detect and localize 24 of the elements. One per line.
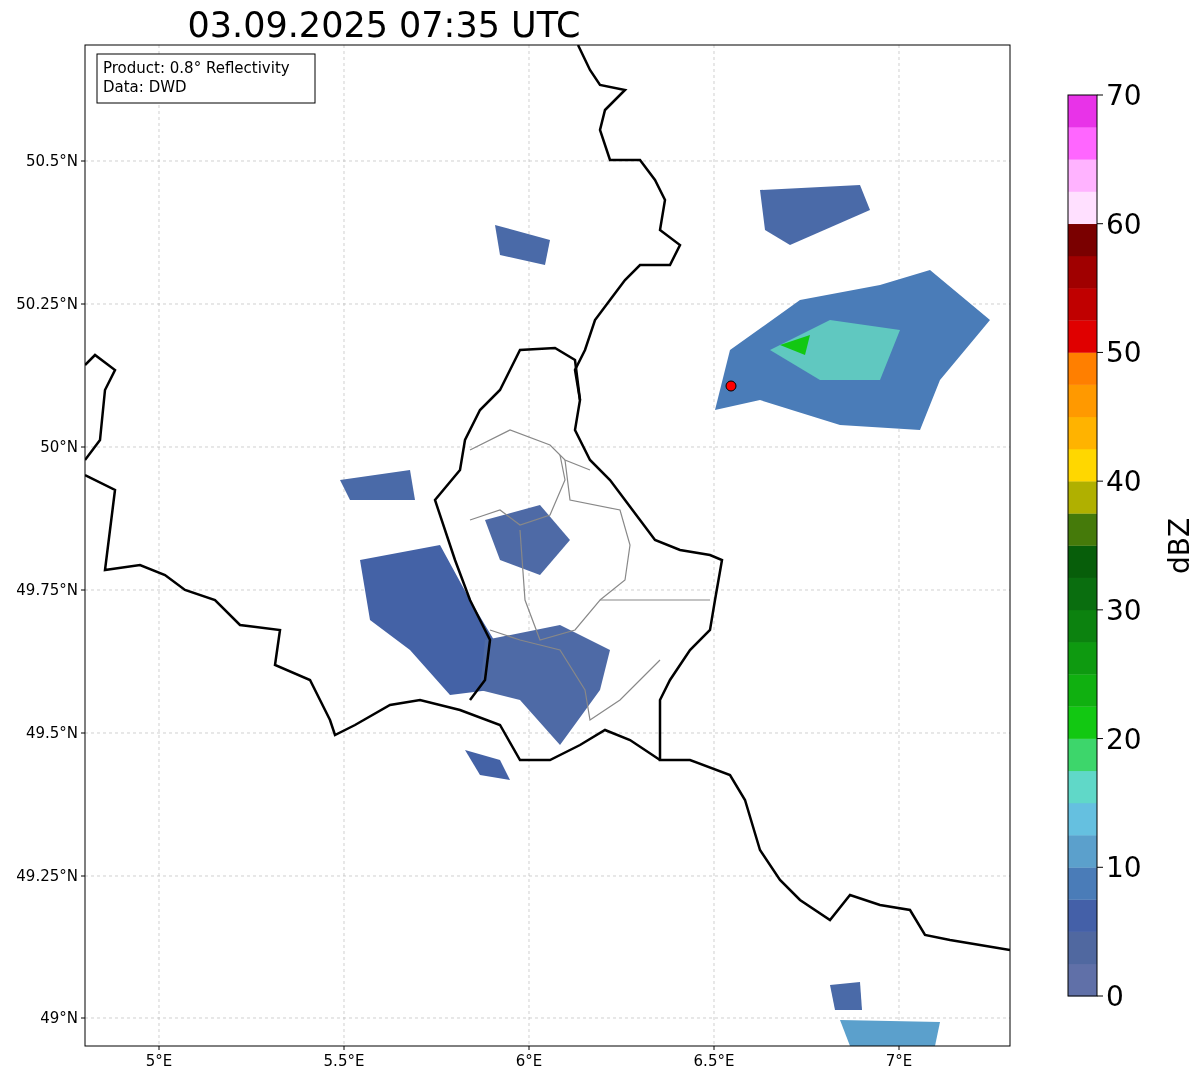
- colorbar-tick-label: 70: [1106, 79, 1142, 112]
- colorbar-label: dBZ: [1163, 517, 1196, 575]
- colorbar-tick-label: 10: [1106, 851, 1142, 885]
- colorbar-tick-label: 20: [1106, 722, 1142, 756]
- y-tick-label: 49.5°N: [25, 724, 78, 742]
- legend-text: Product: 0.8° Reflectivity: [103, 59, 290, 77]
- y-tick-label: 49.75°N: [16, 581, 78, 599]
- colorbar-tick-label: 30: [1106, 593, 1142, 627]
- x-tick-label: 6°E: [515, 1052, 543, 1070]
- colorbar-tick-label: 60: [1106, 207, 1142, 241]
- y-tick-label: 50°N: [40, 438, 78, 456]
- colorbar-tick-label: 50: [1106, 336, 1142, 370]
- x-tick-label: 6.5°E: [693, 1052, 735, 1070]
- colorbar-tick-label: 0: [1106, 980, 1124, 1013]
- x-tick-label: 5.5°E: [323, 1052, 365, 1070]
- legend-text: Data: DWD: [103, 78, 187, 96]
- chart-title: 03.09.2025 07:35 UTC: [187, 5, 581, 45]
- colorbar-tick-label: 40: [1106, 465, 1142, 499]
- y-tick-label: 49°N: [40, 1009, 78, 1027]
- y-tick-label: 49.25°N: [16, 867, 78, 885]
- x-tick-label: 7°E: [885, 1052, 913, 1070]
- x-tick-label: 5°E: [145, 1052, 173, 1070]
- y-tick-label: 50.5°N: [25, 152, 78, 170]
- y-tick-label: 50.25°N: [16, 295, 78, 313]
